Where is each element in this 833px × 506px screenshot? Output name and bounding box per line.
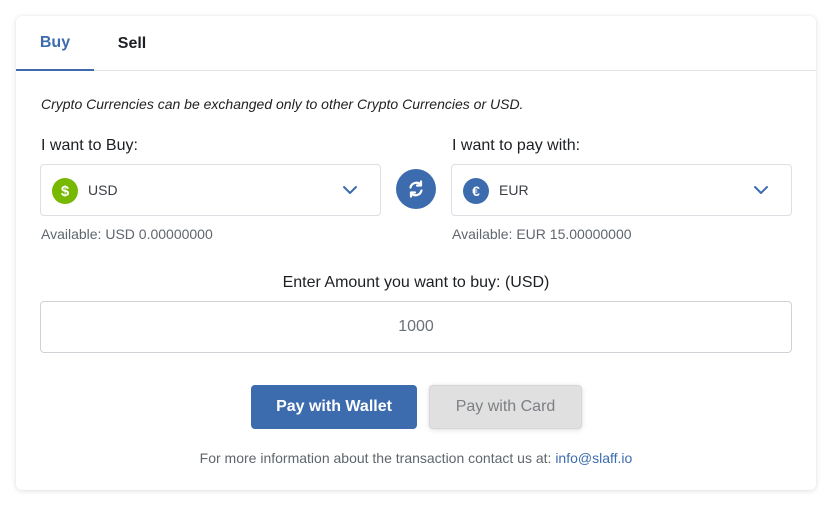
buy-label: I want to Buy: [41, 137, 138, 154]
chevron-down-icon [343, 186, 357, 194]
swap-arrows-icon [409, 180, 423, 198]
tab-sell[interactable]: Sell [94, 16, 170, 71]
pay-currency-value: EUR [499, 182, 529, 198]
pay-with-wallet-button[interactable]: Pay with Wallet [251, 385, 417, 429]
pay-label: I want to pay with: [452, 137, 581, 154]
tab-buy[interactable]: Buy [16, 16, 94, 71]
contact-email-link[interactable]: info@slaff.io [555, 450, 632, 466]
footer-text: For more information about the transacti… [199, 450, 556, 466]
pay-available: Available: EUR 15.00000000 [452, 226, 632, 242]
amount-input[interactable] [40, 301, 792, 353]
pay-with-card-button[interactable]: Pay with Card [429, 385, 582, 429]
tab-bar: Buy Sell [16, 16, 816, 71]
contact-footer: For more information about the transacti… [16, 450, 816, 466]
exchange-notice: Crypto Currencies can be exchanged only … [41, 96, 524, 112]
swap-button[interactable] [396, 169, 436, 209]
pay-currency-select[interactable]: € EUR [451, 164, 792, 216]
buy-available: Available: USD 0.00000000 [41, 226, 213, 242]
exchange-card: Buy Sell Crypto Currencies can be exchan… [16, 16, 816, 490]
dollar-coin-icon: $ [52, 178, 78, 204]
amount-label: Enter Amount you want to buy: (USD) [282, 274, 550, 291]
buy-currency-select[interactable]: $ USD [40, 164, 381, 216]
euro-coin-icon: € [463, 178, 489, 204]
buy-currency-value: USD [88, 182, 118, 198]
chevron-down-icon [754, 186, 768, 194]
